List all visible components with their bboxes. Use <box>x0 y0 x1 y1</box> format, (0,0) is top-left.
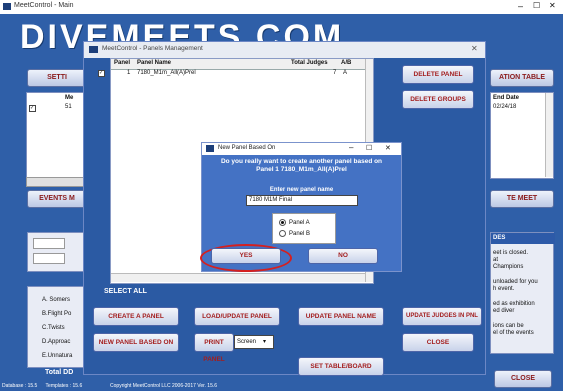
settings-button[interactable]: SETTI <box>27 69 87 87</box>
panels-title-bar: MeetControl - Panels Management ✕ <box>84 42 485 58</box>
panels-close-icon[interactable]: ✕ <box>471 44 478 53</box>
note-line: ed diver <box>493 308 515 314</box>
table-horizontal-scrollbar[interactable] <box>111 273 365 282</box>
dialog-maximize-icon[interactable]: ☐ <box>366 144 372 152</box>
end-date-header: End Date <box>493 95 520 101</box>
load-update-panel-button[interactable]: LOAD/UPDATE PANEL <box>194 307 280 326</box>
complete-meet-button[interactable]: TE MEET <box>490 190 554 208</box>
dive-list-panel: A. Somers B.Flight Po C.Twists D.Approac… <box>27 286 87 368</box>
radio-selected-icon <box>279 218 286 226</box>
dialog-message: Do you really want to create another pan… <box>202 158 401 174</box>
dive-list-item-a[interactable]: A. Somers <box>42 297 70 303</box>
left-info-panel <box>27 232 87 272</box>
events-button[interactable]: EVENTS M <box>27 190 87 208</box>
app-icon <box>3 3 11 10</box>
note-line: ions can be <box>493 323 524 329</box>
right-list-scrollbar[interactable] <box>545 93 553 177</box>
print-target-value: Screen <box>237 339 257 345</box>
row-panel-number: 1 <box>127 70 131 76</box>
main-title-bar: MeetControl - Main – ☐ ✕ <box>0 0 563 15</box>
footer-version: Database : 15.5 Templates : 15.6 Copyrig… <box>2 383 218 389</box>
total-dd-label: Total DD <box>45 369 74 376</box>
dialog-close-icon[interactable]: ✕ <box>385 144 391 152</box>
note-line: eet is closed. <box>493 250 529 256</box>
station-table-button[interactable]: ATION TABLE <box>490 69 554 87</box>
main-window-title: MeetControl - Main <box>14 2 74 9</box>
note-line: at <box>493 257 499 263</box>
radio-unselected-icon <box>279 229 286 237</box>
meet-list-header: Me <box>65 95 74 101</box>
delete-panel-button[interactable]: DELETE PANEL <box>402 65 474 84</box>
chevron-down-icon[interactable]: ▾ <box>263 336 266 348</box>
col-panel[interactable]: Panel <box>114 60 130 66</box>
note-line: ed as exhibition <box>493 301 535 307</box>
select-all-link[interactable]: SELECT ALL <box>104 288 147 295</box>
panels-window-title: MeetControl - Panels Management <box>102 45 203 52</box>
dive-list-item-c[interactable]: C.Twists <box>42 325 65 331</box>
left-info-field-2 <box>33 253 65 264</box>
update-panel-name-button[interactable]: UPDATE PANEL NAME <box>298 307 384 326</box>
right-meet-list: End Date 02/24/18 <box>490 92 554 179</box>
panels-close-button[interactable]: CLOSE <box>402 333 474 352</box>
note-line: h event. <box>493 286 515 292</box>
row-panel-name: 7180_M1m_All(A)Prel <box>137 70 196 76</box>
col-panel-name[interactable]: Panel Name <box>137 60 171 66</box>
end-date-value: 02/24/18 <box>493 104 517 110</box>
dialog-message-line1: Do you really want to create another pan… <box>220 158 383 165</box>
minimize-icon[interactable]: – <box>518 1 523 11</box>
table-row[interactable]: ✓ 1 7180_M1m_All(A)Prel 7 A <box>98 69 373 78</box>
print-panel-button[interactable]: PRINT PANEL <box>194 333 234 363</box>
left-meet-list: Me ✓ 51 <box>26 92 86 179</box>
left-scrollbar[interactable] <box>26 177 86 187</box>
row-ab: A <box>343 70 348 76</box>
new-panel-based-on-button[interactable]: NEW PANEL BASED ON <box>93 333 179 352</box>
row-checkbox[interactable]: ✓ <box>98 70 105 77</box>
meet-list-row-value: 51 <box>65 104 72 110</box>
radio-panel-a-label: Panel A <box>289 220 310 226</box>
panels-app-icon <box>89 46 98 53</box>
dialog-app-icon <box>206 145 214 152</box>
no-button[interactable]: NO <box>308 248 378 264</box>
yes-button[interactable]: YES <box>211 248 281 264</box>
new-panel-dialog: New Panel Based On – ☐ ✕ Do you really w… <box>200 142 402 272</box>
main-close-button[interactable]: CLOSE <box>494 370 552 388</box>
col-total-judges[interactable]: Total Judges <box>291 60 328 66</box>
dialog-title: New Panel Based On <box>218 145 276 151</box>
note-line: unloaded for you <box>493 279 538 285</box>
left-info-field <box>33 238 65 249</box>
row-total-judges: 7 <box>333 70 337 76</box>
radio-panel-b-label: Panel B <box>289 231 311 237</box>
meet-list-checkbox[interactable]: ✓ <box>29 105 36 112</box>
update-judges-button[interactable]: UPDATE JUDGES IN PNL <box>402 307 482 326</box>
maximize-icon[interactable]: ☐ <box>533 1 540 10</box>
notes-panel: DES eet is closed. at Champions unloaded… <box>490 232 555 354</box>
dialog-message-line2: Panel 1 7180_M1m_All(A)Prel <box>256 166 347 173</box>
note-line: el of the events <box>493 330 534 336</box>
col-ab[interactable]: A/B <box>341 60 351 66</box>
note-line: Champions <box>493 264 524 270</box>
create-panel-button[interactable]: CREATE A PANEL <box>93 307 179 326</box>
delete-groups-button[interactable]: DELETE GROUPS <box>402 90 474 109</box>
dive-list-item-b[interactable]: B.Flight Po <box>42 311 71 317</box>
set-table-board-button[interactable]: SET TABLE/BOARD <box>298 357 384 376</box>
dialog-title-bar: New Panel Based On – ☐ ✕ <box>202 143 401 155</box>
dive-list-item-d[interactable]: D.Approac <box>42 339 70 345</box>
dialog-minimize-icon[interactable]: – <box>349 143 353 152</box>
dialog-prompt: Enter new panel name <box>269 187 334 193</box>
new-panel-name-input[interactable]: 7180 M1M Final <box>246 195 358 206</box>
panel-ab-radio-group: Panel A Panel B <box>272 213 336 244</box>
radio-panel-a[interactable]: Panel A <box>279 218 335 228</box>
close-icon[interactable]: ✕ <box>549 1 556 10</box>
dive-list-item-e[interactable]: E.Unnatura <box>42 353 72 359</box>
radio-panel-b[interactable]: Panel B <box>279 229 335 239</box>
notes-header: DES <box>491 233 555 244</box>
print-target-select[interactable]: Screen ▾ <box>234 335 274 349</box>
